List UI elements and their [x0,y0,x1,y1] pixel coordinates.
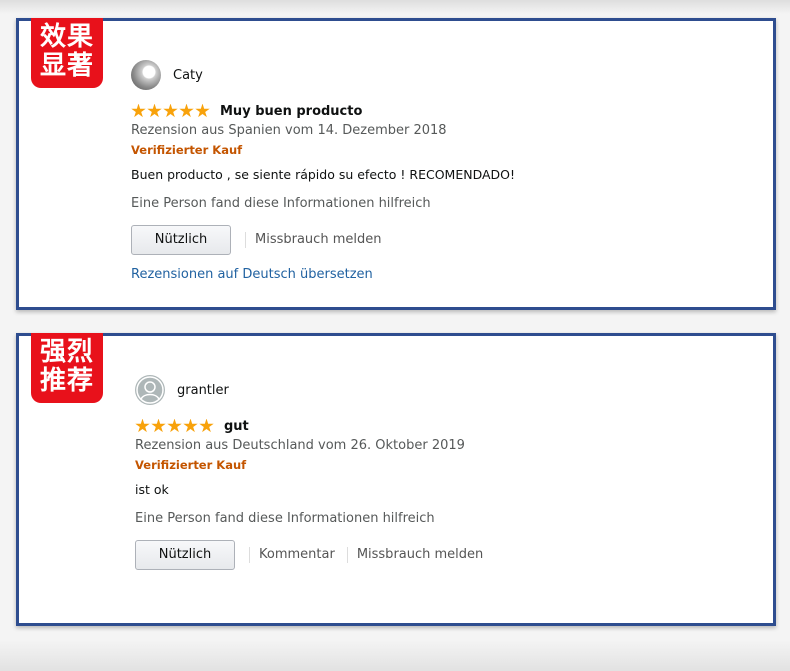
star-icon [167,418,182,433]
reviewer-avatar[interactable] [131,60,161,90]
review-title[interactable]: gut [224,419,249,434]
promo-badge-line-2: 显著 [39,51,94,81]
promo-badge-line-1: 强烈 [39,337,94,367]
star-icon [195,103,210,118]
default-user-icon-svg [136,376,164,404]
default-user-icon[interactable] [135,375,165,405]
star-icon [147,103,162,118]
star-icon [131,103,146,118]
review-card: 效果 显著 Caty Muy buen producto Rezension a… [16,18,776,310]
reviewer-profile[interactable]: grantler [135,374,495,406]
review-actions: Nützlich Kommentar Missbrauch melden [135,540,495,570]
review: Caty Muy buen producto Rezension aus Spa… [131,59,515,282]
review: grantler gut Rezension aus Deutschland v… [135,374,495,570]
promo-badge: 强烈 推荐 [31,333,103,403]
review-card: 强烈 推荐 grantler gut Rezension aus Deutsch… [16,333,776,626]
reviewer-name[interactable]: Caty [173,68,203,83]
promo-badge-line-1: 效果 [39,22,94,52]
star-icon [151,418,166,433]
translate-reviews-link[interactable]: Rezensionen auf Deutsch übersetzen [131,267,515,282]
star-rating[interactable] [135,418,215,434]
review-title-row: Muy buen producto [131,102,515,120]
review-title[interactable]: Muy buen producto [220,104,362,119]
star-icon [199,418,214,433]
report-abuse-link[interactable]: Missbrauch melden [245,232,381,248]
review-body: ist ok [135,482,169,497]
helpful-button[interactable]: Nützlich [135,540,235,570]
review-body: Buen producto , se siente rápido su efec… [131,167,516,182]
star-icon [183,418,198,433]
star-icon [135,418,150,433]
review-date: Rezension aus Spanien vom 14. Dezember 2… [131,123,447,138]
verified-purchase-badge[interactable]: Verifizierter Kauf [131,143,515,159]
comment-link[interactable]: Kommentar [249,547,335,563]
promo-badge-line-2: 推荐 [39,366,94,396]
verified-purchase-badge[interactable]: Verifizierter Kauf [135,458,495,474]
star-icon [179,103,194,118]
review-actions: Nützlich Missbrauch melden [131,225,515,255]
star-rating[interactable] [131,103,211,119]
helpful-count: Eine Person fand diese Informationen hil… [135,511,435,526]
star-icon [163,103,178,118]
review-title-row: gut [135,417,495,435]
review-date: Rezension aus Deutschland vom 26. Oktobe… [135,438,465,453]
report-abuse-link[interactable]: Missbrauch melden [346,547,483,563]
helpful-button[interactable]: Nützlich [131,225,231,255]
helpful-count: Eine Person fand diese Informationen hil… [131,196,431,211]
reviewer-name[interactable]: grantler [177,383,229,398]
promo-badge: 效果 显著 [31,18,103,88]
reviewer-profile[interactable]: Caty [131,59,515,91]
